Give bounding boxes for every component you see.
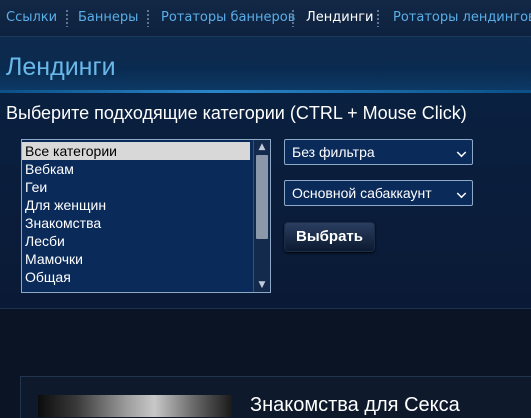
nav-item-banner-rotators[interactable]: Ротаторы баннеров <box>161 10 295 26</box>
filter-select-value: Без фильтра <box>292 144 375 160</box>
list-item[interactable]: Лесби <box>22 232 250 250</box>
instruction-text: Выберите подходящие категории (CTRL + Mo… <box>6 103 467 123</box>
category-list: Все категории Вебкам Геи Для женщин Знак… <box>22 142 250 286</box>
nav-separator <box>377 9 379 27</box>
select-button[interactable]: Выбрать <box>284 222 375 252</box>
list-item[interactable]: Знакомства <box>22 214 250 232</box>
listbox-scrollbar[interactable]: ▲ ▼ <box>253 140 270 292</box>
list-item[interactable]: Общая <box>22 268 250 286</box>
category-listbox[interactable]: Все категории Вебкам Геи Для женщин Знак… <box>21 139 271 293</box>
chevron-down-icon[interactable]: ▼ <box>254 278 270 292</box>
subaccount-select[interactable]: Основной сабаккаунт <box>284 180 473 206</box>
list-item[interactable]: Мамочки <box>22 250 250 268</box>
landing-thumbnail[interactable] <box>38 395 232 417</box>
subaccount-select-value: Основной сабаккаунт <box>292 185 432 201</box>
list-item[interactable]: Вебкам <box>22 160 250 178</box>
nav-separator <box>147 9 149 27</box>
chevron-down-icon <box>456 147 467 158</box>
page-title: Лендинги <box>6 53 116 81</box>
list-item[interactable]: Геи <box>22 178 250 196</box>
chevron-up-icon[interactable]: ▲ <box>254 140 270 154</box>
nav-separator <box>292 9 294 27</box>
filter-select[interactable]: Без фильтра <box>284 139 473 165</box>
chevron-down-icon <box>456 188 467 199</box>
scrollbar-thumb[interactable] <box>256 155 268 239</box>
nav-item-links[interactable]: Ссылки <box>6 10 57 26</box>
landing-title[interactable]: Знакомства для Секса <box>250 393 460 417</box>
list-item[interactable]: Для женщин <box>22 196 250 214</box>
nav-item-banners[interactable]: Баннеры <box>78 10 138 26</box>
nav-separator <box>66 9 68 27</box>
nav-item-landing-rotators[interactable]: Ротаторы лендингов <box>393 10 531 26</box>
list-item[interactable]: Все категории <box>22 142 250 160</box>
nav-item-landings[interactable]: Лендинги <box>306 10 374 26</box>
